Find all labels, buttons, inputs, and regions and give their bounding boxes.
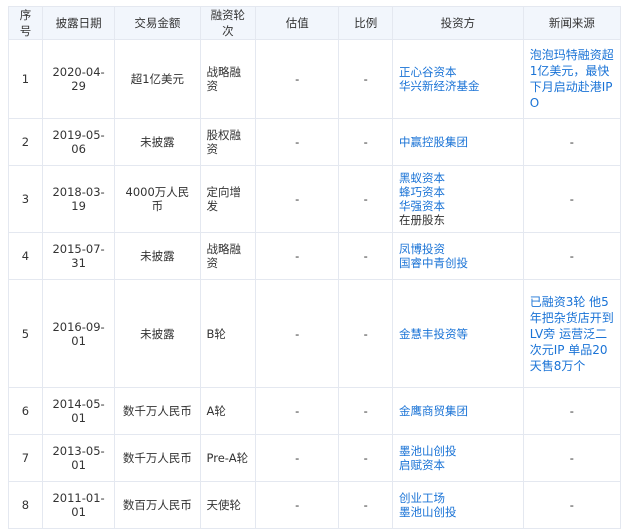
cell-valuation: - [255, 165, 340, 233]
investor-link: 在册股东 [399, 213, 446, 227]
investor-link[interactable]: 墨池山创投 [399, 505, 517, 519]
cell-amount: 超1亿美元 [114, 39, 201, 119]
cell-investors: 金慧丰投资等 [392, 279, 524, 388]
investor-link[interactable]: 华强资本 [399, 199, 517, 213]
cell-news: - [522, 481, 621, 529]
cell-amount: 未披露 [114, 118, 201, 166]
cell-no: 8 [8, 481, 43, 529]
cell-valuation: - [255, 39, 340, 119]
cell-date: 2020-04-29 [41, 39, 116, 119]
table-row: 1 2020-04-29 超1亿美元 战略融资 - - 正心谷资本 华兴新经济基金 泡泡玛特融资… [8, 39, 621, 119]
cell-round: Pre-A轮 [199, 434, 257, 482]
table-row: 7 2013-05-01 数千万人民币 Pre-A轮 - - 墨池山创投 启赋资本 - [8, 434, 621, 482]
cell-ratio: - [338, 279, 394, 388]
table-row: 2 2019-05-06 未披露 股权融资 - - 中赢控股集团 - [8, 118, 621, 166]
financing-table-wrapper: 序号 披露日期 交易金额 融资轮次 估值 比例 投资方 新闻来源 1 2020-0… [8, 6, 621, 529]
cell-investors: 黑蚁资本 蜂巧资本 华强资本 在册股东 [392, 165, 524, 233]
cell-investors: 金鹰商贸集团 [392, 387, 524, 435]
cell-news: - [522, 118, 621, 166]
investor-link[interactable]: 华兴新经济基金 [399, 79, 517, 93]
investor-link[interactable]: 创业工场 [399, 491, 517, 505]
cell-date: 2015-07-31 [41, 232, 116, 280]
header-round: 融资轮次 [199, 6, 257, 40]
cell-valuation: - [255, 434, 340, 482]
cell-amount: 数百万人民币 [114, 481, 201, 529]
cell-ratio: - [338, 481, 394, 529]
header-amount: 交易金额 [114, 6, 201, 40]
investor-link[interactable]: 国睿中青创投 [399, 256, 517, 270]
cell-valuation: - [255, 118, 340, 166]
cell-round: B轮 [199, 279, 257, 388]
cell-investors: 中赢控股集团 [392, 118, 524, 166]
cell-date: 2019-05-06 [41, 118, 116, 166]
table-header-row: 序号 披露日期 交易金额 融资轮次 估值 比例 投资方 新闻来源 [8, 6, 621, 40]
table-row: 8 2011-01-01 数百万人民币 天使轮 - - 创业工场 墨池山创投 - [8, 481, 621, 529]
cell-investors: 创业工场 墨池山创投 [392, 481, 524, 529]
cell-round: 战略融资 [199, 232, 257, 280]
cell-amount: 数千万人民币 [114, 434, 201, 482]
cell-investors: 正心谷资本 华兴新经济基金 [392, 39, 524, 119]
cell-valuation: - [255, 279, 340, 388]
financing-history-table: 序号 披露日期 交易金额 融资轮次 估值 比例 投资方 新闻来源 1 2020-0… [8, 6, 621, 529]
cell-round: A轮 [199, 387, 257, 435]
investor-link[interactable]: 金慧丰投资等 [399, 327, 517, 341]
cell-ratio: - [338, 165, 394, 233]
investor-link[interactable]: 启赋资本 [399, 458, 517, 472]
cell-news: - [522, 387, 621, 435]
cell-date: 2011-01-01 [41, 481, 116, 529]
cell-news: - [522, 232, 621, 280]
cell-valuation: - [255, 481, 340, 529]
investor-link[interactable]: 蜂巧资本 [399, 185, 517, 199]
investor-link[interactable]: 凤博投资 [399, 242, 517, 256]
cell-valuation: - [255, 232, 340, 280]
cell-news: - [522, 434, 621, 482]
cell-no: 4 [8, 232, 43, 280]
header-investors: 投资方 [392, 6, 524, 40]
cell-ratio: - [338, 434, 394, 482]
cell-round: 定向增发 [199, 165, 257, 233]
investor-link[interactable]: 金鹰商贸集团 [399, 404, 517, 418]
table-row: 5 2016-09-01 未披露 B轮 - - 金慧丰投资等 已融资3轮 他5年把杂货店开到L… [8, 279, 621, 388]
news-link[interactable]: 泡泡玛特融资超1亿美元，最快下月启动赴港IPO [522, 39, 621, 119]
cell-round: 股权融资 [199, 118, 257, 166]
cell-ratio: - [338, 118, 394, 166]
cell-date: 2016-09-01 [41, 279, 116, 388]
cell-round: 天使轮 [199, 481, 257, 529]
cell-news: - [522, 165, 621, 233]
news-link[interactable]: 已融资3轮 他5年把杂货店开到LV旁 运营泛二次元IP 单品20天售8万个 [522, 279, 621, 388]
cell-investors: 墨池山创投 启赋资本 [392, 434, 524, 482]
cell-no: 1 [8, 39, 43, 119]
cell-ratio: - [338, 39, 394, 119]
cell-date: 2018-03-19 [41, 165, 116, 233]
cell-no: 2 [8, 118, 43, 166]
cell-ratio: - [338, 232, 394, 280]
cell-no: 6 [8, 387, 43, 435]
investor-link[interactable]: 墨池山创投 [399, 444, 517, 458]
cell-amount: 数千万人民币 [114, 387, 201, 435]
cell-date: 2014-05-01 [41, 387, 116, 435]
cell-round: 战略融资 [199, 39, 257, 119]
header-news: 新闻来源 [522, 6, 621, 40]
header-date: 披露日期 [41, 6, 116, 40]
table-row: 4 2015-07-31 未披露 战略融资 - - 凤博投资 国睿中青创投 - [8, 232, 621, 280]
cell-amount: 未披露 [114, 279, 201, 388]
investor-link[interactable]: 黑蚁资本 [399, 171, 517, 185]
cell-no: 5 [8, 279, 43, 388]
cell-no: 3 [8, 165, 43, 233]
table-row: 6 2014-05-01 数千万人民币 A轮 - - 金鹰商贸集团 - [8, 387, 621, 435]
cell-no: 7 [8, 434, 43, 482]
investor-link[interactable]: 中赢控股集团 [399, 135, 517, 149]
cell-date: 2013-05-01 [41, 434, 116, 482]
header-no: 序号 [8, 6, 43, 40]
cell-amount: 4000万人民币 [114, 165, 201, 233]
cell-ratio: - [338, 387, 394, 435]
cell-investors: 凤博投资 国睿中青创投 [392, 232, 524, 280]
cell-valuation: - [255, 387, 340, 435]
cell-amount: 未披露 [114, 232, 201, 280]
header-ratio: 比例 [338, 6, 394, 40]
table-row: 3 2018-03-19 4000万人民币 定向增发 - - 黑蚁资本 蜂巧资本 华强资本 在册股… [8, 165, 621, 233]
header-valuation: 估值 [255, 6, 340, 40]
investor-link[interactable]: 正心谷资本 [399, 65, 517, 79]
